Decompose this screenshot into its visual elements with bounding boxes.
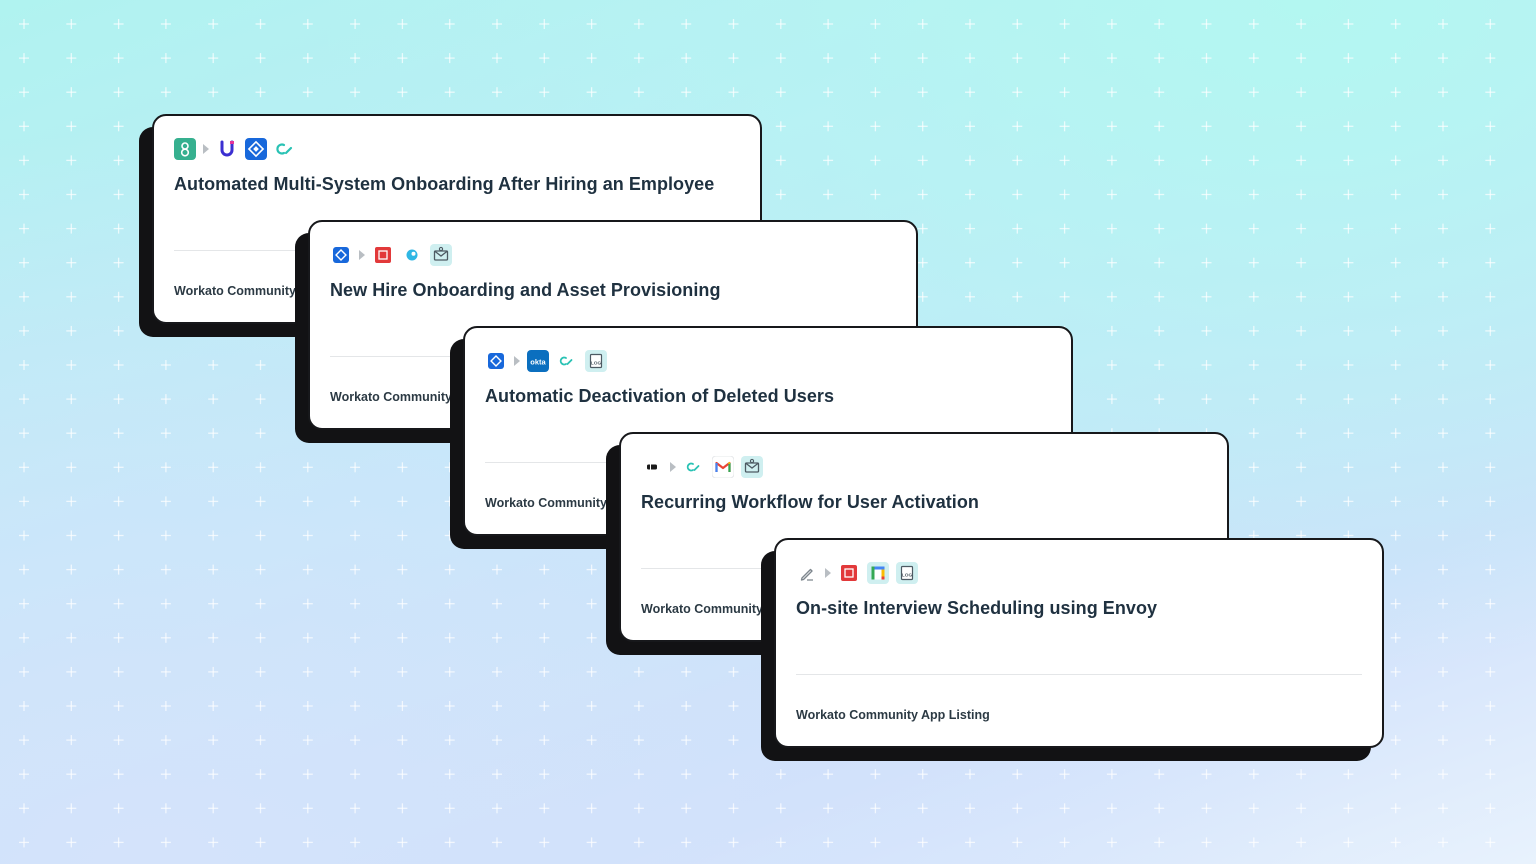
connector-icon-row: okta LOG <box>485 348 607 374</box>
card-title[interactable]: Automatic Deactivation of Deleted Users <box>485 386 1051 407</box>
workato-icon <box>683 456 705 478</box>
workato-icon <box>274 138 296 160</box>
card-source: Workato Community <box>330 390 452 404</box>
u-connector-icon <box>216 138 238 160</box>
connector-icon-row: LOG <box>796 560 918 586</box>
arrow-right-icon <box>359 250 365 260</box>
email-message-icon <box>741 456 763 478</box>
jira-icon <box>245 138 267 160</box>
connector-icon-row <box>330 242 452 268</box>
logger-icon: LOG <box>896 562 918 584</box>
scheduler-icon <box>641 456 663 478</box>
log-label: LOG <box>902 573 913 579</box>
card-source: Workato Community <box>641 602 763 616</box>
google-calendar-icon <box>867 562 889 584</box>
card-title[interactable]: Automated Multi-System Onboarding After … <box>174 174 740 195</box>
card-body[interactable]: LOG On-site Interview Scheduling using E… <box>774 538 1384 748</box>
workato-icon <box>556 350 578 372</box>
card-source: Workato Community App Listing <box>796 708 990 722</box>
okta-label: okta <box>530 358 546 367</box>
log-label: LOG <box>591 361 602 367</box>
email-message-icon <box>430 244 452 266</box>
template-card-5[interactable]: LOG On-site Interview Scheduling using E… <box>761 538 1384 761</box>
card-title[interactable]: Recurring Workflow for User Activation <box>641 492 1207 513</box>
jira-icon <box>330 244 352 266</box>
card-title[interactable]: On-site Interview Scheduling using Envoy <box>796 598 1362 619</box>
card-divider <box>796 674 1362 675</box>
arrow-right-icon <box>203 144 209 154</box>
jira-icon <box>485 350 507 372</box>
greenhouse-icon <box>174 138 196 160</box>
logger-icon: LOG <box>585 350 607 372</box>
gmail-icon <box>712 456 734 478</box>
connector-icon-row <box>174 136 296 162</box>
email-red-icon <box>838 562 860 584</box>
bubble-icon <box>401 244 423 266</box>
connector-icon-row <box>641 454 763 480</box>
email-red-icon <box>372 244 394 266</box>
card-source: Workato Community <box>485 496 607 510</box>
pen-icon <box>796 562 818 584</box>
card-source: Workato Community <box>174 284 296 298</box>
arrow-right-icon <box>514 356 520 366</box>
arrow-right-icon <box>825 568 831 578</box>
okta-icon: okta <box>527 350 549 372</box>
template-card-stack: Automated Multi-System Onboarding After … <box>0 0 1536 864</box>
card-title[interactable]: New Hire Onboarding and Asset Provisioni… <box>330 280 896 301</box>
arrow-right-icon <box>670 462 676 472</box>
